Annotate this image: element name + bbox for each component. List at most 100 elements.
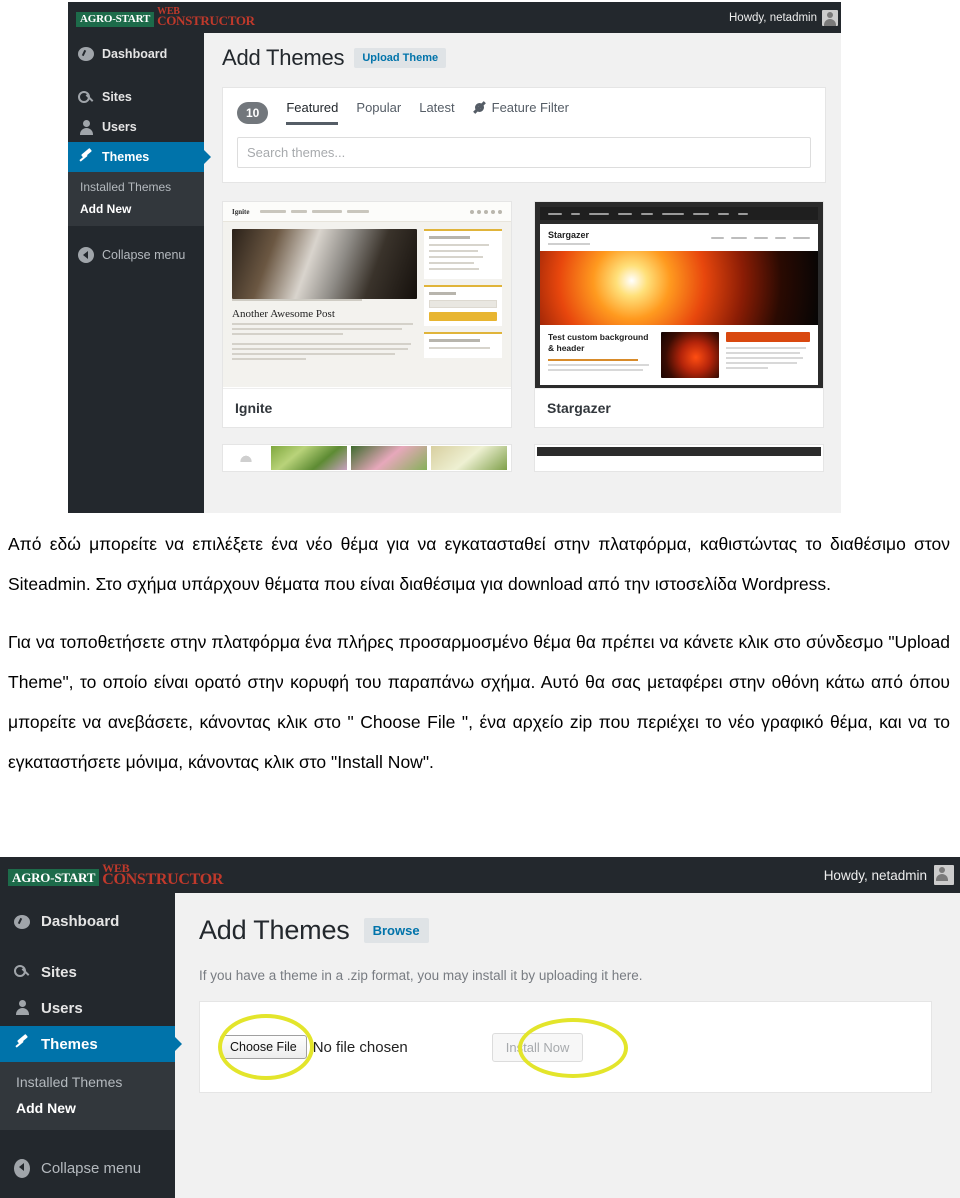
sidebar-divider [68, 68, 204, 82]
stargazer-preview-nav [540, 207, 818, 220]
users-icon [78, 119, 94, 135]
submenu-item-add-new[interactable]: Add New [0, 1095, 175, 1121]
submenu-item-add-new[interactable]: Add New [68, 198, 204, 220]
admin-body-bottom: Dashboard Sites Users Themes Installed T… [0, 893, 960, 1198]
howdy-label: Howdy, netadmin [823, 867, 927, 883]
howdy-menu-top[interactable]: Howdy, netadmin [729, 9, 841, 26]
sidebar-item-label: Users [41, 999, 83, 1017]
collapse-arrow-icon [14, 1159, 30, 1178]
upload-instructions: If you have a theme in a .zip format, yo… [199, 968, 643, 983]
sidebar-item-label: Dashboard [102, 46, 168, 61]
themes-submenu-top: Installed Themes Add New [68, 172, 204, 226]
browse-button[interactable]: Browse [363, 918, 429, 943]
upload-theme-form: Choose File No file chosen Install Now [199, 1001, 932, 1093]
submenu-item-installed-themes[interactable]: Installed Themes [0, 1069, 175, 1095]
body-text-block: Από εδώ μπορείτε να επιλέξετε ένα νέο θέ… [8, 524, 950, 782]
user-avatar-icon [934, 865, 954, 885]
stargazer-preview-hero-image [540, 251, 818, 325]
sidebar-item-dashboard[interactable]: Dashboard [68, 39, 204, 68]
theme-count-badge: 10 [237, 101, 269, 124]
theme-card-partial-1[interactable] [222, 444, 512, 472]
key-icon [14, 963, 30, 981]
tab-featured[interactable]: Featured [286, 100, 339, 125]
brand-wordmark: WEB CONSTRUCTOR [102, 862, 224, 889]
howdy-menu-bottom[interactable]: Howdy, netadmin [824, 865, 960, 885]
admin-content-bottom: Add Themes Browse If you have a theme in… [175, 893, 960, 1198]
theme-card-ignite[interactable]: Ignite Another Awesome Post Ignite [222, 201, 512, 428]
stargazer-preview-menu [711, 236, 810, 239]
ignite-preview-nav: Ignite [223, 202, 511, 222]
top-screenshot: AGRO-START WEB CONSTRUCTOR Howdy, netadm… [68, 2, 841, 513]
collapse-menu-label: Collapse menu [41, 1160, 142, 1177]
theme-preview-ignite: Ignite Another Awesome Post [223, 202, 511, 388]
user-avatar-icon [822, 9, 838, 26]
pin-icon [78, 149, 94, 165]
collapse-menu-button[interactable]: Collapse menu [0, 1150, 175, 1187]
themes-submenu-bottom: Installed Themes Add New [0, 1062, 175, 1130]
themes-browser-panel: 10 Featured Popular Latest Feature Filte… [222, 87, 826, 183]
site-brand-top[interactable]: AGRO-START WEB CONSTRUCTOR [76, 6, 255, 29]
collapse-menu-label: Collapse menu [102, 248, 186, 262]
page-header-bottom: Add Themes Browse [199, 915, 932, 946]
sidebar-item-users[interactable]: Users [0, 990, 175, 1026]
theme-grid-row-partial [222, 444, 826, 472]
theme-name-stargazer: Stargazer [535, 388, 823, 427]
gear-icon [473, 101, 486, 114]
brand-line-2: CONSTRUCTOR [157, 13, 255, 29]
sidebar-item-label: Dashboard [41, 913, 120, 930]
sidebar-divider [0, 940, 175, 954]
paragraph-1: Από εδώ μπορείτε να επιλέξετε ένα νέο θέ… [8, 534, 950, 594]
bottom-screenshot: AGRO-START WEB CONSTRUCTOR Howdy, netadm… [0, 857, 960, 1198]
theme-preview-stargazer: Stargazer Test custom background & heade… [535, 202, 823, 388]
sidebar-item-label: Themes [102, 150, 150, 164]
admin-body-top: Dashboard Sites Users Themes Installed T… [68, 33, 841, 513]
sidebar-item-label: Sites [102, 90, 132, 104]
paragraph-2: Για να τοποθετήσετε στην πλατφόρμα ένα π… [8, 632, 950, 772]
users-icon [14, 999, 30, 1017]
theme-name-ignite: Ignite [223, 388, 511, 427]
tab-popular[interactable]: Popular [356, 100, 401, 125]
stargazer-preview-headline: Test custom background & header [548, 332, 649, 354]
admin-sidebar-top: Dashboard Sites Users Themes Installed T… [68, 33, 204, 513]
theme-card-partial-2[interactable] [534, 444, 824, 472]
feature-filter-button[interactable]: Feature Filter [473, 100, 569, 125]
admin-sidebar-bottom: Dashboard Sites Users Themes Installed T… [0, 893, 175, 1198]
brand-badge: AGRO-START [76, 11, 155, 27]
ignite-preview-hero-image [232, 229, 417, 299]
ignite-preview-social [470, 209, 502, 214]
choose-file-button[interactable]: Choose File [220, 1035, 307, 1059]
brand-wordmark: WEB CONSTRUCTOR [157, 6, 255, 29]
document-page: AGRO-START WEB CONSTRUCTOR Howdy, netadm… [0, 0, 960, 1198]
stargazer-preview-logo: Stargazer [548, 230, 590, 240]
lotus-logo-icon [227, 446, 267, 470]
page-title: Add Themes [199, 915, 350, 945]
sidebar-divider [0, 1130, 175, 1150]
install-now-button[interactable]: Install Now [491, 1032, 584, 1062]
page-title: Add Themes [222, 45, 345, 70]
upload-theme-button[interactable]: Upload Theme [354, 48, 447, 68]
admin-bar-bottom: AGRO-START WEB CONSTRUCTOR Howdy, netadm… [0, 857, 960, 893]
search-themes-input[interactable]: Search themes... [237, 137, 811, 168]
file-status-label: No file chosen [312, 1038, 408, 1056]
tab-latest[interactable]: Latest [419, 100, 454, 125]
pin-icon [14, 1035, 30, 1053]
key-icon [78, 89, 94, 105]
sidebar-item-themes[interactable]: Themes [68, 142, 204, 172]
sidebar-item-label: Themes [41, 1035, 98, 1053]
sidebar-item-themes[interactable]: Themes [0, 1026, 175, 1062]
sidebar-item-sites[interactable]: Sites [68, 82, 204, 112]
sidebar-item-label: Sites [41, 963, 77, 981]
page-header-top: Add Themes Upload Theme [222, 45, 826, 71]
submenu-item-installed-themes[interactable]: Installed Themes [68, 176, 204, 198]
brand-line-2: CONSTRUCTOR [102, 871, 224, 889]
theme-card-stargazer[interactable]: Stargazer Test custom background & heade… [534, 201, 824, 428]
collapse-menu-button[interactable]: Collapse menu [68, 240, 204, 270]
dashboard-icon [14, 915, 30, 929]
dashboard-icon [78, 47, 94, 61]
sidebar-item-dashboard[interactable]: Dashboard [0, 903, 175, 940]
sidebar-item-users[interactable]: Users [68, 112, 204, 142]
sidebar-item-sites[interactable]: Sites [0, 954, 175, 990]
ignite-preview-navlinks [259, 210, 461, 213]
howdy-label: Howdy, netadmin [729, 11, 817, 24]
site-brand-bottom[interactable]: AGRO-START WEB CONSTRUCTOR [8, 862, 224, 889]
